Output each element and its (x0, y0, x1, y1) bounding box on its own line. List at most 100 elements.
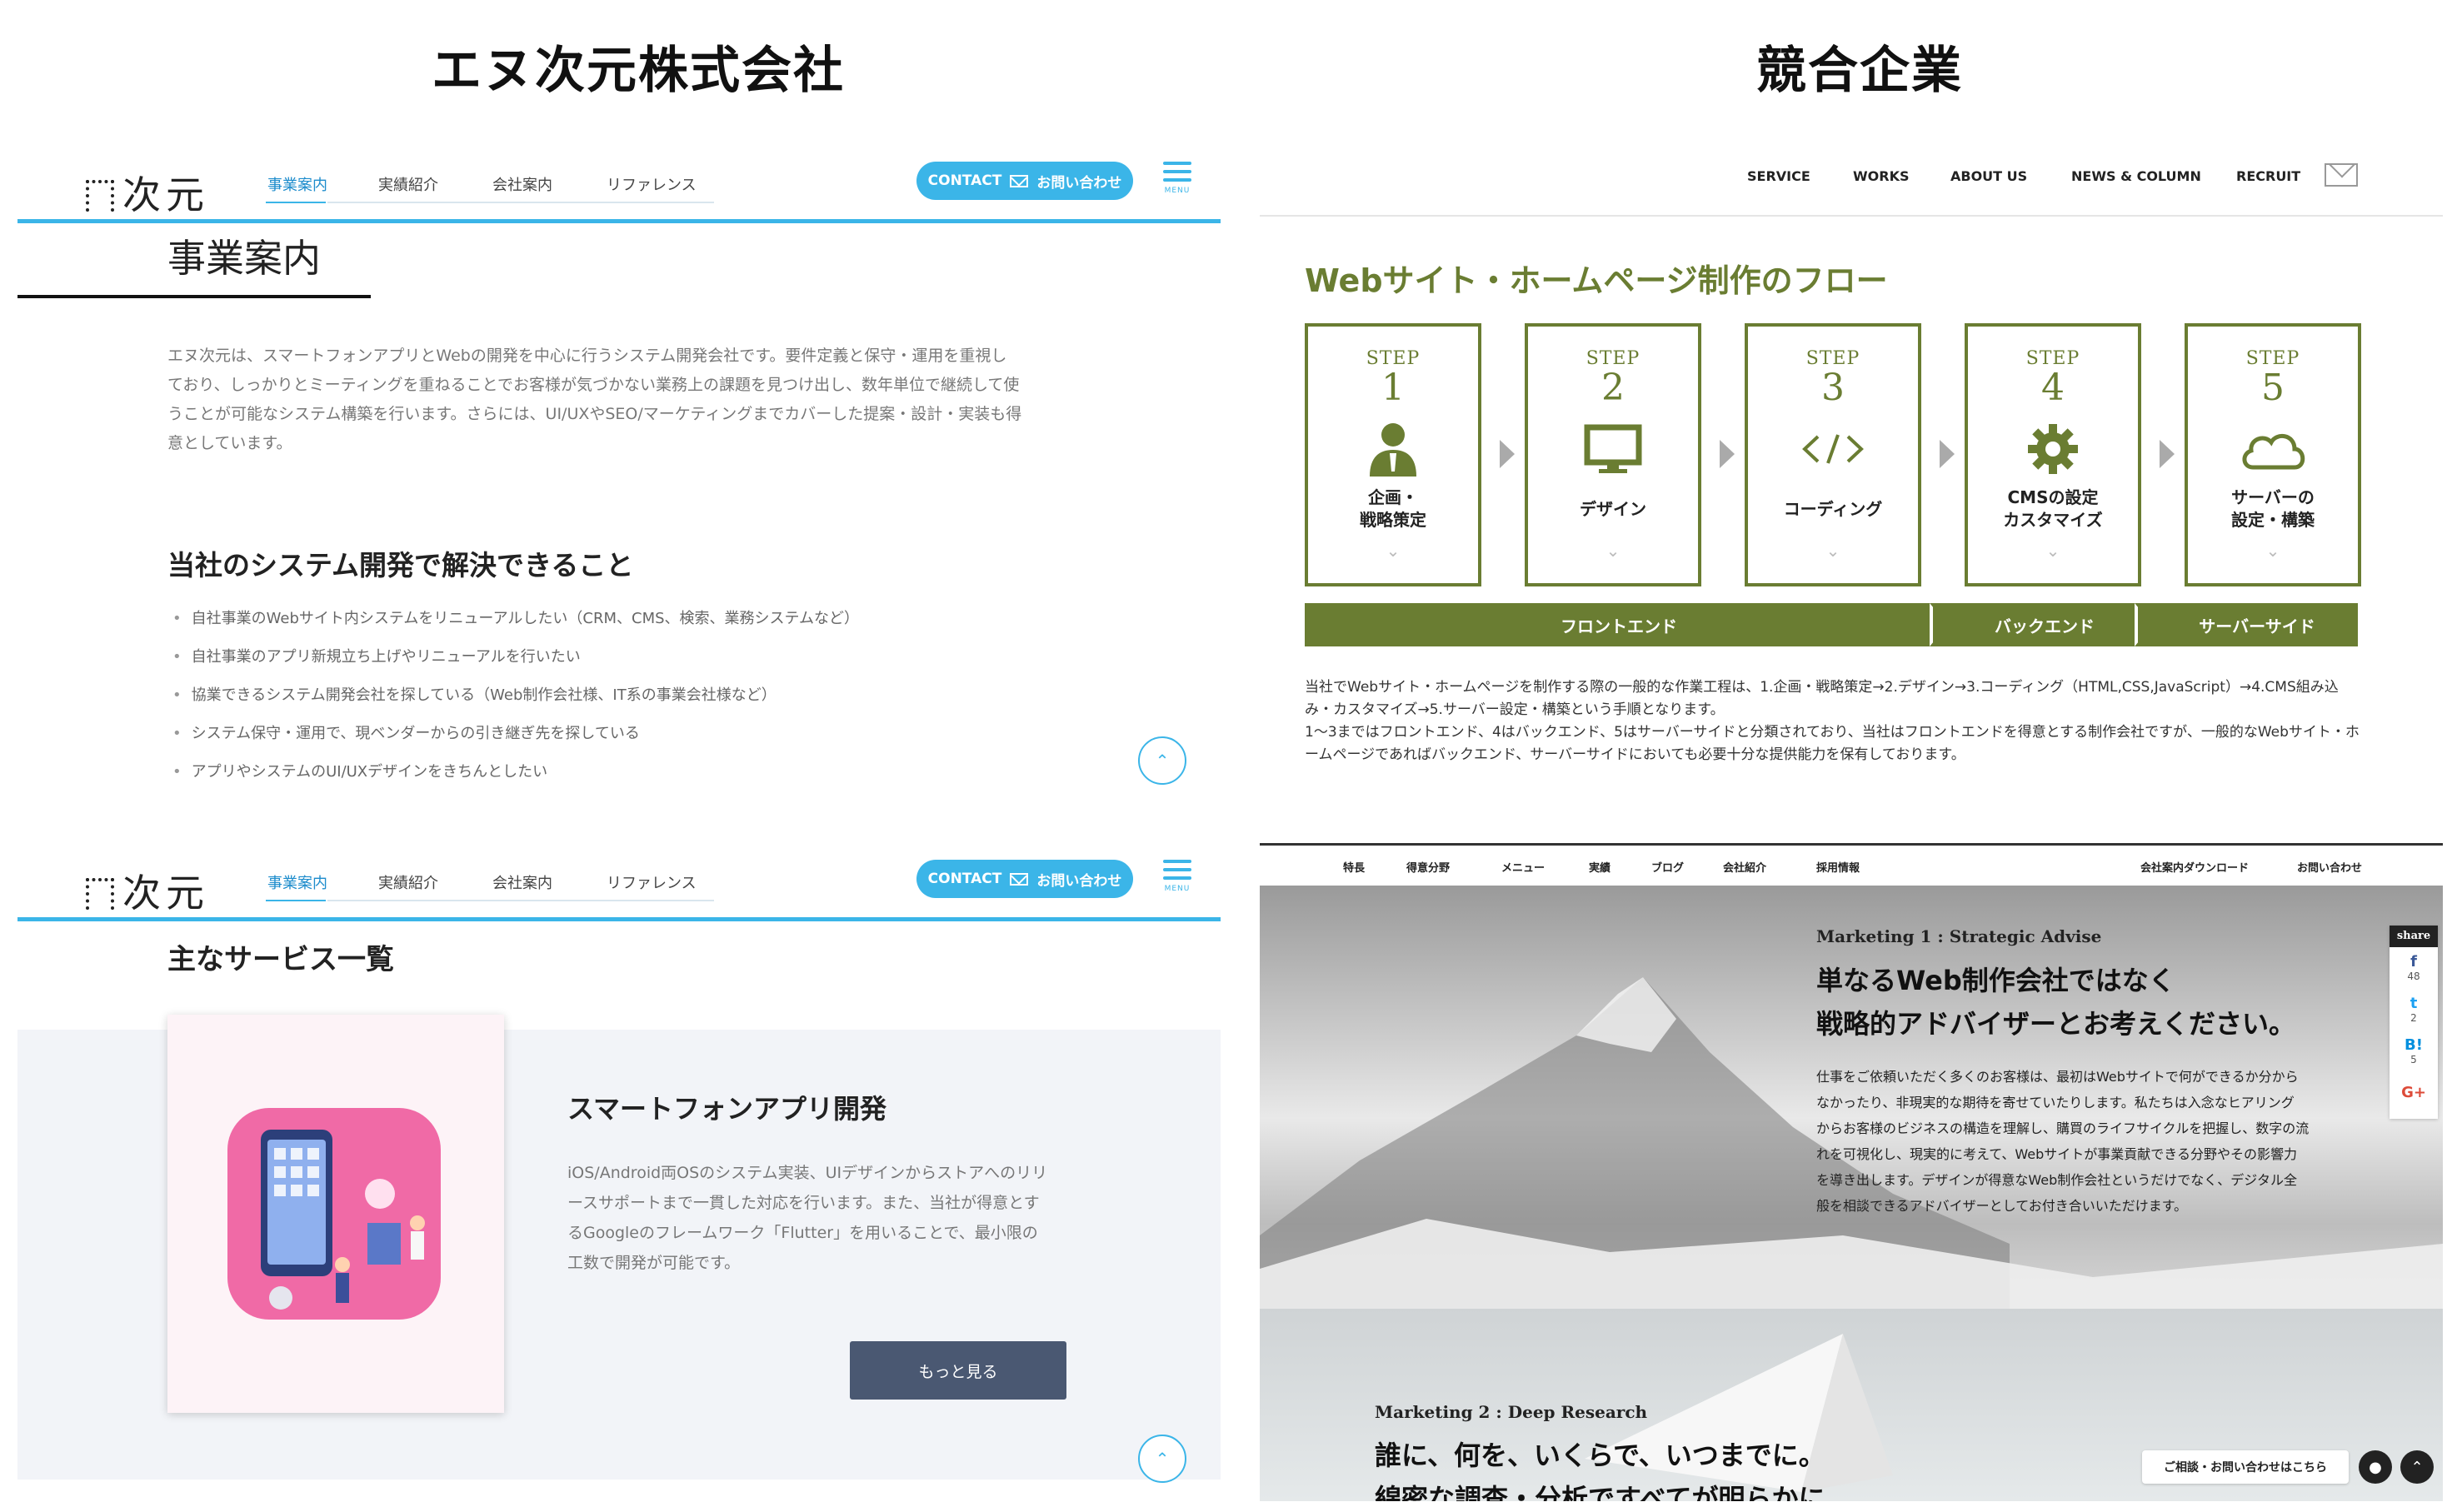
nav-reference[interactable]: リファレンス (607, 173, 697, 195)
twitter-share-icon[interactable]: t2 (2390, 989, 2438, 1030)
step-card-1: STEP 1 企画・ 戦略策定 ⌄ (1305, 323, 1481, 586)
services-heading: 主なサービス一覧 (167, 943, 394, 976)
list-item: 協業できるシステム開発会社を探している（Web制作会社様、IT系の事業会社様など… (172, 683, 777, 705)
header-rule (17, 219, 1221, 223)
scroll-top-button[interactable]: ⌃ (1138, 1435, 1186, 1483)
section2-label: Marketing 2 : Deep Research (1375, 1402, 1648, 1422)
mk-nav-features[interactable]: 特長 (1343, 859, 1365, 875)
share-widget: share f 48 t2 B! 5 G+ (2390, 926, 2438, 1119)
header-rule (17, 917, 1221, 921)
mk-nav-company[interactable]: 会社紹介 (1723, 859, 1766, 875)
title-rule (17, 295, 371, 298)
flow-description: 当社でWebサイト・ホームページを制作する際の一般的な作業工程は、1.企画・戦略… (1305, 679, 2360, 763)
nav-company[interactable]: 会社案内 (492, 871, 552, 893)
cloud-icon (2188, 414, 2358, 484)
band-frontend: フロントエンド (1305, 603, 1933, 646)
step-card-3: STEP 3 コーディング ⌄ (1745, 323, 1921, 586)
list-item: 自社事業のWebサイト内システムをリニューアルしたい（CRM、CMS、検索、業務… (172, 606, 859, 628)
nav-business[interactable]: 事業案内 (267, 173, 327, 195)
mk-nav-menu[interactable]: メニュー (1501, 859, 1545, 875)
person-icon (1308, 414, 1478, 484)
company-page-business: 次元 事業案内 実績紹介 会社案内 リファレンス CONTACT お問い合わせ … (17, 140, 1221, 795)
nav-underline (327, 900, 714, 901)
arrow-right-icon (1500, 440, 1515, 468)
band-backend: バックエンド (1933, 603, 2138, 646)
nav-company[interactable]: 会社案内 (492, 173, 552, 195)
nav-business[interactable]: 事業案内 (267, 871, 327, 893)
chevron-down-icon: ⌄ (1386, 541, 1401, 561)
code-icon (1748, 414, 1918, 484)
chevron-down-icon: ⌄ (2265, 541, 2280, 561)
solutions-heading: 当社のシステム開発で解決できること (167, 549, 634, 581)
mk-nav-download[interactable]: 会社案内ダウンロード (2140, 859, 2249, 875)
google-plus-icon[interactable]: G+ (2390, 1072, 2438, 1114)
smartphone-app-illustration (227, 1108, 441, 1320)
logo-mark-icon (86, 878, 114, 910)
mk-nav-blog[interactable]: ブログ (1651, 859, 1684, 875)
right-section-heading: 競合企業 (1756, 42, 1963, 100)
contact-button[interactable]: CONTACT お問い合わせ (916, 860, 1133, 898)
comp-nav-works[interactable]: WORKS (1853, 168, 1910, 184)
gear-icon (1968, 414, 2138, 484)
section1-label: Marketing 1 : Strategic Advise (1816, 926, 2102, 946)
hatena-bookmark-icon[interactable]: B! 5 (2390, 1030, 2438, 1072)
arrow-up-icon: ⌃ (1155, 1449, 1170, 1469)
mk-nav-fields[interactable]: 得意分野 (1406, 859, 1450, 875)
company-page-services: 次元 事業案内 実績紹介 会社案内 リファレンス CONTACT お問い合わせ … (17, 838, 1221, 1505)
step-card-4: STEP 4 CMSの設定 カスタマイズ ⌄ (1965, 323, 2141, 586)
envelope-icon[interactable] (2325, 163, 2358, 187)
nav-works[interactable]: 実績紹介 (378, 871, 438, 893)
band-serverside: サーバーサイド (2138, 603, 2358, 646)
step-card-5: STEP 5 サーバーの 設定・構築 ⌄ (2185, 323, 2361, 586)
comp-nav-divider (1260, 215, 2443, 217)
service-title: スマートフォンアプリ開発 (567, 1093, 887, 1125)
arrow-right-icon (2160, 440, 2175, 468)
flow-title: Webサイト・ホームページ制作のフロー (1305, 262, 1888, 299)
mk-nav-contact[interactable]: お問い合わせ (2297, 859, 2362, 875)
nav-active-underline (266, 202, 326, 203)
comp-nav-recruit[interactable]: RECRUIT (2236, 168, 2300, 184)
company-navbar: 次元 事業案内 実績紹介 会社案内 リファレンス CONTACT お問い合わせ … (17, 140, 1221, 223)
comp-nav-about[interactable]: ABOUT US (1950, 168, 2027, 184)
section2-subheading: 綿密な調査・分析ですべてが明らかに (1375, 1483, 1825, 1501)
logo-mark-icon (86, 180, 114, 212)
nav-reference[interactable]: リファレンス (607, 871, 697, 893)
step-card-2: STEP 2 デザイン ⌄ (1525, 323, 1701, 586)
intro-paragraph: エヌ次元は、スマートフォンアプリとWebの開発を中心に行うシステム開発会社です。… (167, 347, 1022, 452)
company-logo[interactable]: 次元 (86, 863, 209, 918)
company-logo[interactable]: 次元 (86, 165, 209, 220)
arrow-right-icon (1720, 440, 1735, 468)
scroll-top-icon[interactable]: ⌃ (2400, 1450, 2434, 1484)
arrow-up-icon: ⌃ (1155, 751, 1170, 771)
company-navbar: 次元 事業案内 実績紹介 会社案内 リファレンス CONTACT お問い合わせ … (17, 838, 1221, 921)
nav-works[interactable]: 実績紹介 (378, 173, 438, 195)
mk-nav-works[interactable]: 実績 (1589, 859, 1611, 875)
consult-button[interactable]: ご相談・お問い合わせはこちら (2142, 1450, 2349, 1484)
list-item: システム保守・運用で、現ベンダーからの引き継ぎ先を探している (172, 721, 640, 743)
left-section-heading: エヌ次元株式会社 (432, 42, 845, 100)
more-button[interactable]: もっと見る (850, 1341, 1066, 1400)
page-title: 事業案内 (167, 236, 321, 281)
comp-nav-news[interactable]: NEWS & COLUMN (2071, 168, 2201, 184)
comp-nav-service[interactable]: SERVICE (1747, 168, 1810, 184)
chevron-down-icon: ⌄ (2045, 541, 2060, 561)
service-illustration-card (167, 1015, 504, 1413)
service-description: iOS/Android両OSのシステム実装、UIデザインからストアへのリリ ース… (567, 1164, 1048, 1272)
menu-button[interactable]: MENU (1163, 860, 1191, 901)
nav-active-underline (266, 900, 326, 901)
chevron-down-icon: ⌄ (1606, 541, 1621, 561)
mail-icon (1010, 174, 1029, 187)
section1-heading: 単なるWeb制作会社ではなく 戦略的アドバイザーとお考えください。 (1816, 965, 2296, 1040)
menu-button[interactable]: MENU (1163, 162, 1191, 203)
marketing-navbar: 特長 得意分野 メニュー 実績 ブログ 会社紹介 採用情報 会社案内ダウンロード… (1260, 846, 2443, 886)
nav-underline (327, 202, 714, 203)
arrow-right-icon (1940, 440, 1955, 468)
chat-icon[interactable]: ● (2359, 1450, 2392, 1484)
competitor-marketing-page: 特長 得意分野 メニュー 実績 ブログ 会社紹介 採用情報 会社案内ダウンロード… (1260, 843, 2443, 1501)
facebook-share-icon[interactable]: f 48 (2390, 947, 2438, 989)
section1-paragraph: 仕事をご依頼いただく多くのお客様は、最初はWebサイトで何ができるか分から なか… (1816, 1069, 2310, 1214)
list-item: アプリやシステムのUI/UXデザインをきちんとしたい (172, 760, 548, 781)
scroll-top-button[interactable]: ⌃ (1138, 736, 1186, 785)
mk-nav-recruit[interactable]: 採用情報 (1816, 859, 1860, 875)
contact-button[interactable]: CONTACT お問い合わせ (916, 162, 1133, 200)
